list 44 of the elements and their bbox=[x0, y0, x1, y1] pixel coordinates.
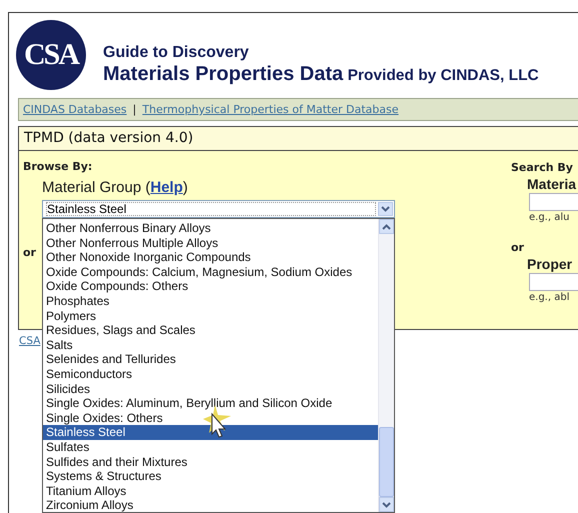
scroll-thumb[interactable] bbox=[379, 427, 394, 497]
dropdown-option[interactable]: Semiconductors bbox=[43, 366, 378, 382]
panel-title: TPMD (data version 4.0) bbox=[18, 126, 578, 151]
field-label: Proper bbox=[527, 256, 572, 272]
or-label: or bbox=[511, 241, 524, 254]
dropdown-option[interactable]: Polymers bbox=[43, 308, 378, 324]
dropdown-option[interactable]: Salts bbox=[43, 338, 378, 352]
dropdown-option[interactable]: Oxide Compounds: Calcium, Magnesium, Sodium Oxides bbox=[43, 264, 378, 280]
material-group-select[interactable]: Stainless Steel bbox=[42, 200, 395, 218]
provider-text: Provided by CINDAS, LLC bbox=[348, 67, 539, 84]
search-heading: Search By bbox=[511, 161, 574, 174]
or-label: or bbox=[23, 246, 36, 259]
help-link[interactable]: Help bbox=[150, 179, 183, 196]
dropdown-option[interactable]: Phosphates bbox=[43, 294, 378, 309]
dropdown-option[interactable]: Selenides and Tellurides bbox=[43, 352, 378, 367]
breadcrumb-link[interactable]: Thermophysical Properties of Matter Database bbox=[142, 103, 399, 116]
dropdown-option[interactable]: Systems & Structures bbox=[43, 469, 378, 484]
dropdown-option[interactable]: Single Oxides: Others bbox=[43, 410, 378, 426]
dropdown-option[interactable]: Other Nonferrous Multiple Alloys bbox=[43, 236, 378, 250]
page-title: Materials Properties Data bbox=[103, 63, 344, 85]
dropdown-option[interactable]: Oxide Compounds: Others bbox=[43, 279, 378, 294]
scroll-down-icon[interactable] bbox=[379, 497, 394, 512]
material-group-label: Material Group (Help) bbox=[42, 179, 189, 196]
hint-text: e.g., abl bbox=[529, 291, 570, 305]
dropdown-option[interactable]: Titanium Alloys bbox=[43, 484, 378, 498]
breadcrumb-link[interactable]: CINDAS Databases bbox=[23, 103, 127, 116]
dropdown-option[interactable]: Silicides bbox=[43, 382, 378, 396]
dropdown-option[interactable]: Stainless Steel bbox=[43, 425, 379, 440]
scrollbar[interactable] bbox=[378, 219, 394, 512]
dropdown-option[interactable]: Sulfides and their Mixtures bbox=[43, 454, 378, 470]
dropdown-option[interactable]: Residues, Slags and Scales bbox=[43, 323, 378, 338]
dropdown-option[interactable]: Sulfates bbox=[43, 440, 378, 454]
dropdown-option[interactable]: Other Nonoxide Inorganic Compounds bbox=[43, 250, 378, 265]
browse-heading: Browse By: bbox=[23, 160, 94, 173]
field-label: Materia bbox=[527, 176, 576, 192]
scroll-up-icon[interactable] bbox=[379, 219, 394, 234]
footer-link[interactable]: CSA bbox=[19, 335, 40, 347]
tagline: Guide to Discovery bbox=[103, 44, 250, 62]
csa-logo: CSA bbox=[16, 20, 86, 90]
separator: | bbox=[132, 103, 136, 116]
hint-text: e.g., alu bbox=[529, 211, 570, 225]
dropdown-option[interactable]: Single Oxides: Aluminum, Beryllium and Silicon Oxide bbox=[43, 396, 378, 411]
dropdown-option[interactable]: Zirconium Alloys bbox=[43, 498, 378, 513]
dropdown-option[interactable]: Other Nonferrous Binary Alloys bbox=[43, 221, 378, 236]
